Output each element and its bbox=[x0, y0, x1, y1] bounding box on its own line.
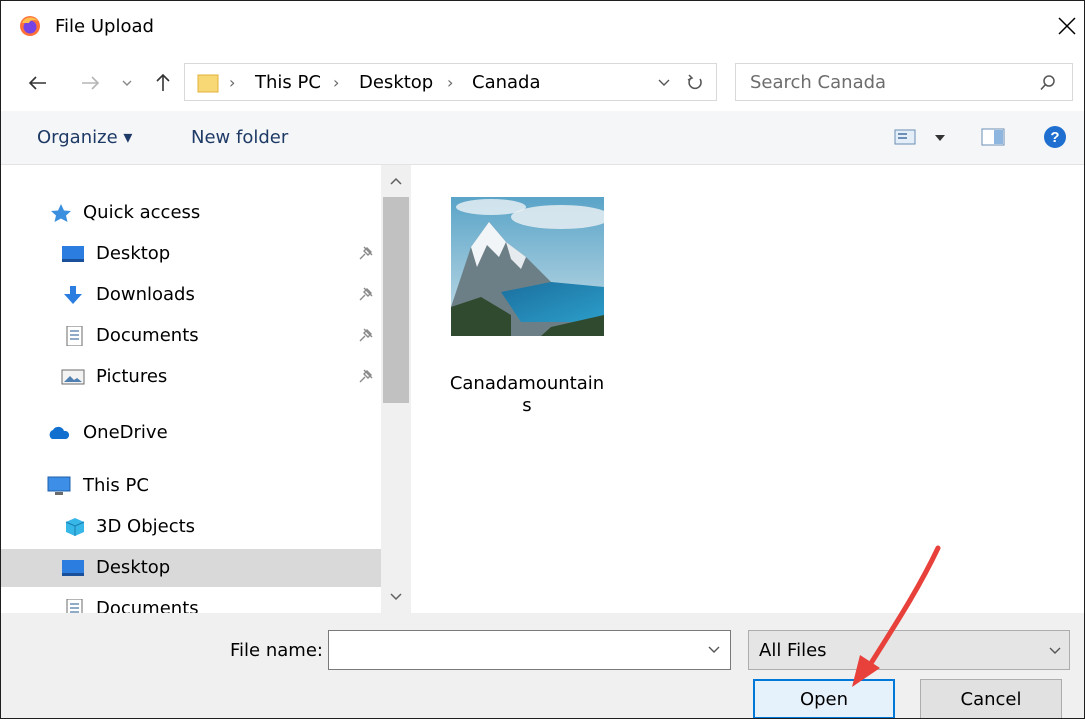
dialog-footer: File name: All Files Open Cancel bbox=[1, 613, 1084, 718]
address-bar[interactable]: › This PC › Desktop › Canada bbox=[184, 63, 717, 101]
firefox-icon bbox=[20, 16, 40, 36]
tree-item-downloads[interactable]: Downloads bbox=[1, 276, 381, 314]
preview-pane-icon[interactable] bbox=[981, 128, 1005, 146]
file-type-filter-value: All Files bbox=[759, 640, 827, 661]
recent-locations-button[interactable] bbox=[118, 73, 136, 93]
tree-item-desktop[interactable]: Desktop bbox=[1, 549, 381, 587]
tree-item-label: Pictures bbox=[96, 366, 168, 387]
tree-item-quick-access[interactable]: Quick access bbox=[1, 194, 381, 232]
pin-icon bbox=[359, 246, 373, 260]
tree-item-label: Desktop bbox=[96, 243, 171, 264]
document-icon bbox=[66, 326, 83, 346]
search-box[interactable]: Search Canada bbox=[735, 63, 1073, 101]
tree-item-label: 3D Objects bbox=[96, 516, 196, 537]
close-button[interactable] bbox=[1053, 11, 1081, 41]
tree-item-label: OneDrive bbox=[83, 422, 168, 443]
tree-item-documents-pc[interactable]: Documents bbox=[1, 590, 381, 613]
scroll-up-button[interactable] bbox=[381, 167, 411, 195]
breadcrumb-separator-icon: › bbox=[447, 73, 454, 92]
desktop-folder-icon bbox=[62, 246, 84, 262]
view-options-dropdown-icon[interactable] bbox=[935, 135, 945, 142]
tree-item-pictures[interactable]: Pictures bbox=[1, 358, 381, 396]
tree-item-label: Documents bbox=[96, 325, 199, 346]
computer-icon bbox=[47, 476, 71, 495]
back-button[interactable] bbox=[23, 71, 51, 95]
organize-button[interactable]: Organize ▾ bbox=[37, 127, 132, 148]
arrow-up-icon bbox=[156, 73, 170, 91]
arrow-left-icon bbox=[28, 76, 46, 90]
help-icon[interactable]: ? bbox=[1043, 125, 1067, 149]
file-list-pane: Canadamountains bbox=[411, 165, 1084, 613]
cube-icon bbox=[65, 518, 85, 536]
download-arrow-icon bbox=[64, 286, 82, 304]
open-button[interactable]: Open bbox=[753, 679, 895, 718]
pictures-icon bbox=[61, 369, 85, 385]
close-icon bbox=[1058, 17, 1076, 35]
title-bar: File Upload bbox=[1, 1, 1084, 53]
chevron-down-icon bbox=[1049, 647, 1061, 654]
breadcrumb-desktop[interactable]: Desktop bbox=[359, 72, 433, 93]
navigation-pane: Quick access Desktop Downloads Documents bbox=[1, 165, 381, 613]
pin-icon bbox=[359, 369, 373, 383]
tree-item-label: Desktop bbox=[96, 557, 171, 578]
cloud-icon bbox=[49, 426, 70, 439]
desktop-folder-icon bbox=[62, 560, 84, 576]
search-icon bbox=[1040, 75, 1055, 91]
document-icon bbox=[66, 599, 83, 613]
chevron-down-icon[interactable] bbox=[658, 79, 670, 87]
window-title: File Upload bbox=[55, 16, 154, 37]
star-icon bbox=[51, 204, 71, 222]
command-toolbar: Organize ▾ New folder ? bbox=[1, 111, 1084, 165]
breadcrumb-canada[interactable]: Canada bbox=[472, 72, 541, 93]
new-folder-button[interactable]: New folder bbox=[191, 127, 288, 148]
file-name-input[interactable] bbox=[328, 630, 731, 670]
breadcrumb-separator-icon: › bbox=[229, 73, 236, 92]
tree-item-label: This PC bbox=[83, 475, 149, 496]
pin-icon bbox=[359, 328, 373, 342]
cancel-button[interactable]: Cancel bbox=[920, 679, 1062, 718]
arrow-right-icon bbox=[82, 76, 100, 90]
chevron-up-icon bbox=[390, 177, 402, 185]
file-type-filter[interactable]: All Files bbox=[748, 630, 1070, 670]
search-input[interactable]: Search Canada bbox=[750, 72, 886, 93]
chevron-down-icon bbox=[122, 80, 132, 86]
up-button[interactable] bbox=[151, 69, 175, 95]
image-thumbnail bbox=[451, 197, 604, 336]
forward-button[interactable] bbox=[77, 71, 105, 95]
scroll-down-button[interactable] bbox=[381, 583, 411, 611]
breadcrumb-separator-icon: › bbox=[333, 73, 340, 92]
tree-item-documents[interactable]: Documents bbox=[1, 317, 381, 355]
tree-item-label: Downloads bbox=[96, 284, 195, 305]
file-name-label: File name: bbox=[230, 640, 323, 661]
tree-item-this-pc[interactable]: This PC bbox=[1, 467, 381, 505]
svg-text:?: ? bbox=[1050, 129, 1059, 146]
file-item[interactable]: Canadamountains bbox=[447, 195, 607, 416]
chevron-down-icon[interactable] bbox=[708, 646, 720, 654]
navigation-scrollbar[interactable] bbox=[381, 165, 411, 613]
breadcrumb-this-pc[interactable]: This PC bbox=[255, 72, 321, 93]
scroll-thumb[interactable] bbox=[383, 197, 409, 403]
pin-icon bbox=[359, 287, 373, 301]
file-name: Canadamountains bbox=[449, 373, 605, 416]
tree-item-label: Documents bbox=[96, 598, 199, 613]
change-view-icon[interactable] bbox=[894, 128, 916, 146]
folder-icon bbox=[197, 74, 219, 93]
tree-item-3d-objects[interactable]: 3D Objects bbox=[1, 508, 381, 546]
file-upload-dialog: File Upload › This PC › Desktop › Canada… bbox=[0, 0, 1085, 719]
tree-item-label: Quick access bbox=[83, 202, 201, 223]
chevron-down-icon bbox=[390, 593, 402, 601]
refresh-icon[interactable] bbox=[686, 73, 704, 93]
tree-item-onedrive[interactable]: OneDrive bbox=[1, 414, 381, 452]
tree-item-desktop-pinned[interactable]: Desktop bbox=[1, 235, 381, 273]
